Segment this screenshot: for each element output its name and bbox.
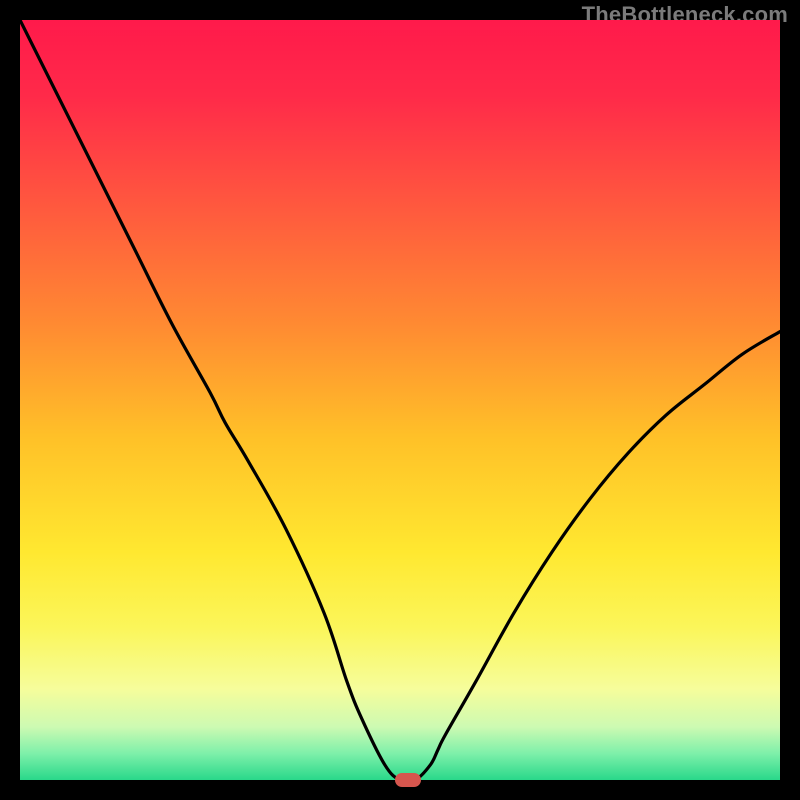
- minimum-marker: [395, 773, 421, 787]
- plot-area: [20, 20, 780, 780]
- curve-layer: [20, 20, 780, 780]
- chart-stage: TheBottleneck.com: [0, 0, 800, 800]
- bottleneck-curve: [20, 20, 780, 780]
